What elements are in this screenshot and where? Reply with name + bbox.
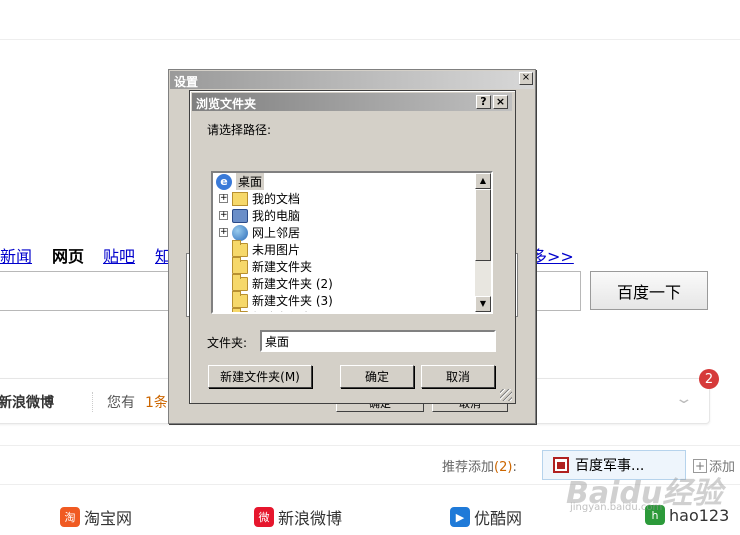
site-label: 新浪微博 [278, 509, 343, 528]
ok-button[interactable]: 确定 [340, 365, 414, 388]
chevron-down-icon[interactable]: ⌄ [674, 391, 693, 407]
tree-node[interactable]: 新建文件夹 (2) [219, 273, 333, 292]
weibo-name[interactable]: 新浪微博 [0, 392, 54, 412]
tree-node[interactable]: 新建文件夹 (4) [219, 307, 333, 314]
expand-plus-icon[interactable]: + [219, 194, 228, 203]
folder-input[interactable] [260, 330, 496, 352]
tree-node[interactable]: + 网上邻居 [219, 224, 300, 241]
my-documents-icon [232, 191, 248, 206]
recommend-divider [0, 445, 740, 446]
settings-close-button[interactable]: × [519, 72, 533, 85]
close-button[interactable]: × [493, 95, 508, 109]
nav-link-4[interactable]: 多>> [531, 243, 574, 267]
expand-plus-icon[interactable]: + [219, 211, 228, 220]
desktop-icon: e [216, 173, 232, 190]
tree-node-label: 新建文件夹 [252, 260, 313, 274]
path-prompt: 请选择路径: [207, 123, 272, 137]
site-link-0[interactable]: 淘淘宝网 [60, 505, 132, 529]
folder-icon [232, 290, 248, 308]
tree-node[interactable]: e 桌面 [216, 173, 265, 190]
baidu-search-button[interactable]: 百度一下 [590, 271, 708, 310]
site-label: 淘宝网 [84, 509, 133, 528]
tree-node-label: 新建文件夹 (3) [252, 294, 333, 308]
page-top-strip [0, 0, 740, 40]
scroll-up-icon[interactable]: ▲ [475, 173, 491, 189]
tree-node-label: 新建文件夹 (2) [252, 277, 333, 291]
weibo-message-count[interactable]: 1条 [145, 392, 168, 412]
weibo-divider [92, 392, 93, 412]
scroll-down-icon[interactable]: ▼ [475, 296, 491, 312]
help-button[interactable]: ? [476, 95, 491, 109]
folder-icon [232, 273, 248, 291]
folder-icon [232, 256, 248, 274]
recommend-label: 推荐添加(2): [442, 460, 517, 475]
resize-grip-icon[interactable] [500, 389, 512, 401]
scroll-thumb[interactable] [475, 189, 491, 261]
tree-node-label: 新建文件夹 (4) [252, 309, 333, 312]
my-computer-icon [232, 208, 248, 223]
tree-node-label: 未用图片 [252, 243, 301, 257]
tree-node-label: 我的文档 [252, 192, 301, 206]
folder-tree[interactable]: e 桌面 + 我的文档 + 我的电脑 + 网上邻居未用图片新建文件夹新建文件夹 (2) 新建文件… [211, 171, 493, 314]
weibo-message-prefix: 您有 [107, 395, 135, 411]
settings-dialog-title: 设置 [170, 71, 534, 89]
tree-scrollbar[interactable]: ▲ ▼ [475, 173, 491, 312]
new-folder-button[interactable]: 新建文件夹(M) [208, 365, 312, 388]
tree-node[interactable]: 新建文件夹 [219, 256, 313, 275]
tree-node[interactable]: + 我的电脑 [219, 207, 300, 224]
folder-icon [232, 307, 248, 312]
tree-node-label: 桌面 [236, 173, 265, 190]
nav-link-0[interactable]: 新闻 [0, 243, 32, 267]
cancel-button[interactable]: 取消 [421, 365, 495, 388]
site-label: 优酷网 [474, 509, 523, 528]
expand-plus-icon[interactable]: + [219, 228, 228, 237]
network-places-icon [232, 224, 248, 241]
folder-field-label: 文件夹: [207, 336, 248, 350]
taobao-icon: 淘 [60, 507, 80, 527]
tree-node-label: 网上邻居 [252, 226, 301, 240]
youku-icon: ▶ [450, 507, 470, 527]
tree-node[interactable]: 新建文件夹 (3) [219, 290, 333, 309]
nav-link-1[interactable]: 网页 [52, 243, 84, 267]
tree-node[interactable]: 未用图片 [219, 239, 301, 258]
tree-node-label: 我的电脑 [252, 209, 301, 223]
notification-badge: 2 [699, 369, 719, 389]
nav-link-2[interactable]: 贴吧 [103, 243, 135, 267]
weibo-icon: 微 [254, 507, 274, 527]
site-link-1[interactable]: 微新浪微博 [254, 505, 342, 529]
site-link-2[interactable]: ▶ 优酷网 [450, 505, 522, 529]
watermark-url: jingyan.baidu.com [570, 502, 663, 513]
tree-node[interactable]: + 我的文档 [219, 190, 300, 207]
folder-icon [232, 239, 248, 257]
browse-dialog-title: 浏览文件夹 [192, 93, 512, 111]
